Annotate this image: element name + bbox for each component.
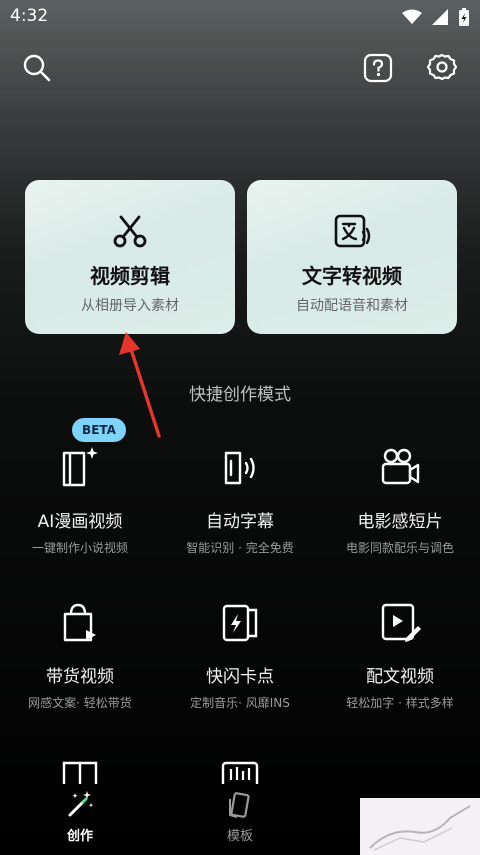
nav-template[interactable]: 模板	[200, 789, 280, 844]
template-icon	[229, 792, 250, 818]
movie-camera-icon	[378, 445, 422, 489]
scissors-icon	[111, 212, 149, 250]
nav-label: 创作	[66, 829, 93, 844]
grid-item-title: 配文视频	[366, 667, 434, 687]
video-edit-card[interactable]: 视频剪辑 从相册导入素材	[25, 180, 235, 334]
battery-icon	[459, 8, 469, 26]
grid-item-subtitle: 一键制作小说视频	[31, 541, 128, 555]
gear-icon	[426, 53, 458, 81]
grid-item-ai-comic[interactable]: AI漫画视频 一键制作小说视频	[0, 445, 160, 556]
grid-item-auto-subtitle[interactable]: 自动字幕 智能识别 · 完全免费	[160, 445, 320, 556]
status-icons	[402, 8, 470, 26]
nav-create[interactable]: 创作	[40, 789, 120, 844]
card-subtitle: 自动配语音和素材	[296, 298, 408, 314]
grid-item-title: 自动字幕	[206, 512, 274, 532]
grid-item-subtitle: 定制音乐· 风靡INS	[190, 696, 290, 710]
text-to-video-card[interactable]: 文字转视频 自动配语音和素材	[247, 180, 457, 334]
help-button[interactable]	[362, 52, 394, 84]
settings-button[interactable]	[426, 52, 458, 84]
grid-item-subtitle: 网感文案· 轻松带货	[28, 696, 132, 710]
section-title: 快捷创作模式	[189, 385, 291, 405]
status-bar: 4:32	[0, 0, 480, 34]
flash-card-icon	[218, 600, 262, 644]
nav-label: 模板	[226, 829, 253, 844]
status-time: 4:32	[10, 6, 49, 26]
grid-item-sales-video[interactable]: 带货视频 网感文案· 轻松带货	[0, 600, 160, 711]
grid-item-title: AI漫画视频	[37, 512, 123, 532]
card-subtitle: 从相册导入素材	[81, 298, 179, 314]
grid-item-subtitle: 电影同款配乐与调色	[345, 541, 454, 555]
shopping-bag-icon	[58, 600, 102, 644]
grid-item-movie-short[interactable]: 电影感短片 电影同款配乐与调色	[320, 445, 480, 556]
grid-item-captioned-video[interactable]: 配文视频 轻松加字 · 样式多样	[320, 600, 480, 711]
comic-book-icon	[58, 445, 102, 489]
search-icon	[23, 54, 51, 82]
card-title: 文字转视频	[302, 264, 402, 288]
grid-item-title: 快闪卡点	[206, 667, 274, 687]
video-edit-icon	[378, 600, 422, 644]
search-button[interactable]	[21, 52, 53, 84]
grid-item-subtitle: 智能识别 · 完全免费	[186, 541, 294, 555]
grid-item-title: 电影感短片	[357, 512, 443, 532]
corner-thumbnail	[360, 798, 480, 855]
card-title: 视频剪辑	[90, 264, 170, 288]
magic-wand-icon	[68, 791, 94, 817]
wifi-icon	[402, 9, 422, 24]
help-icon	[363, 53, 393, 83]
signal-icon	[432, 9, 448, 25]
text-to-speech-icon	[333, 212, 371, 250]
voice-subtitle-icon	[218, 445, 262, 489]
grid-item-flash-beat[interactable]: 快闪卡点 定制音乐· 风靡INS	[160, 600, 320, 711]
grid-item-subtitle: 轻松加字 · 样式多样	[346, 696, 454, 710]
beta-badge: BETA	[72, 418, 126, 442]
grid-item-title: 带货视频	[46, 667, 114, 687]
